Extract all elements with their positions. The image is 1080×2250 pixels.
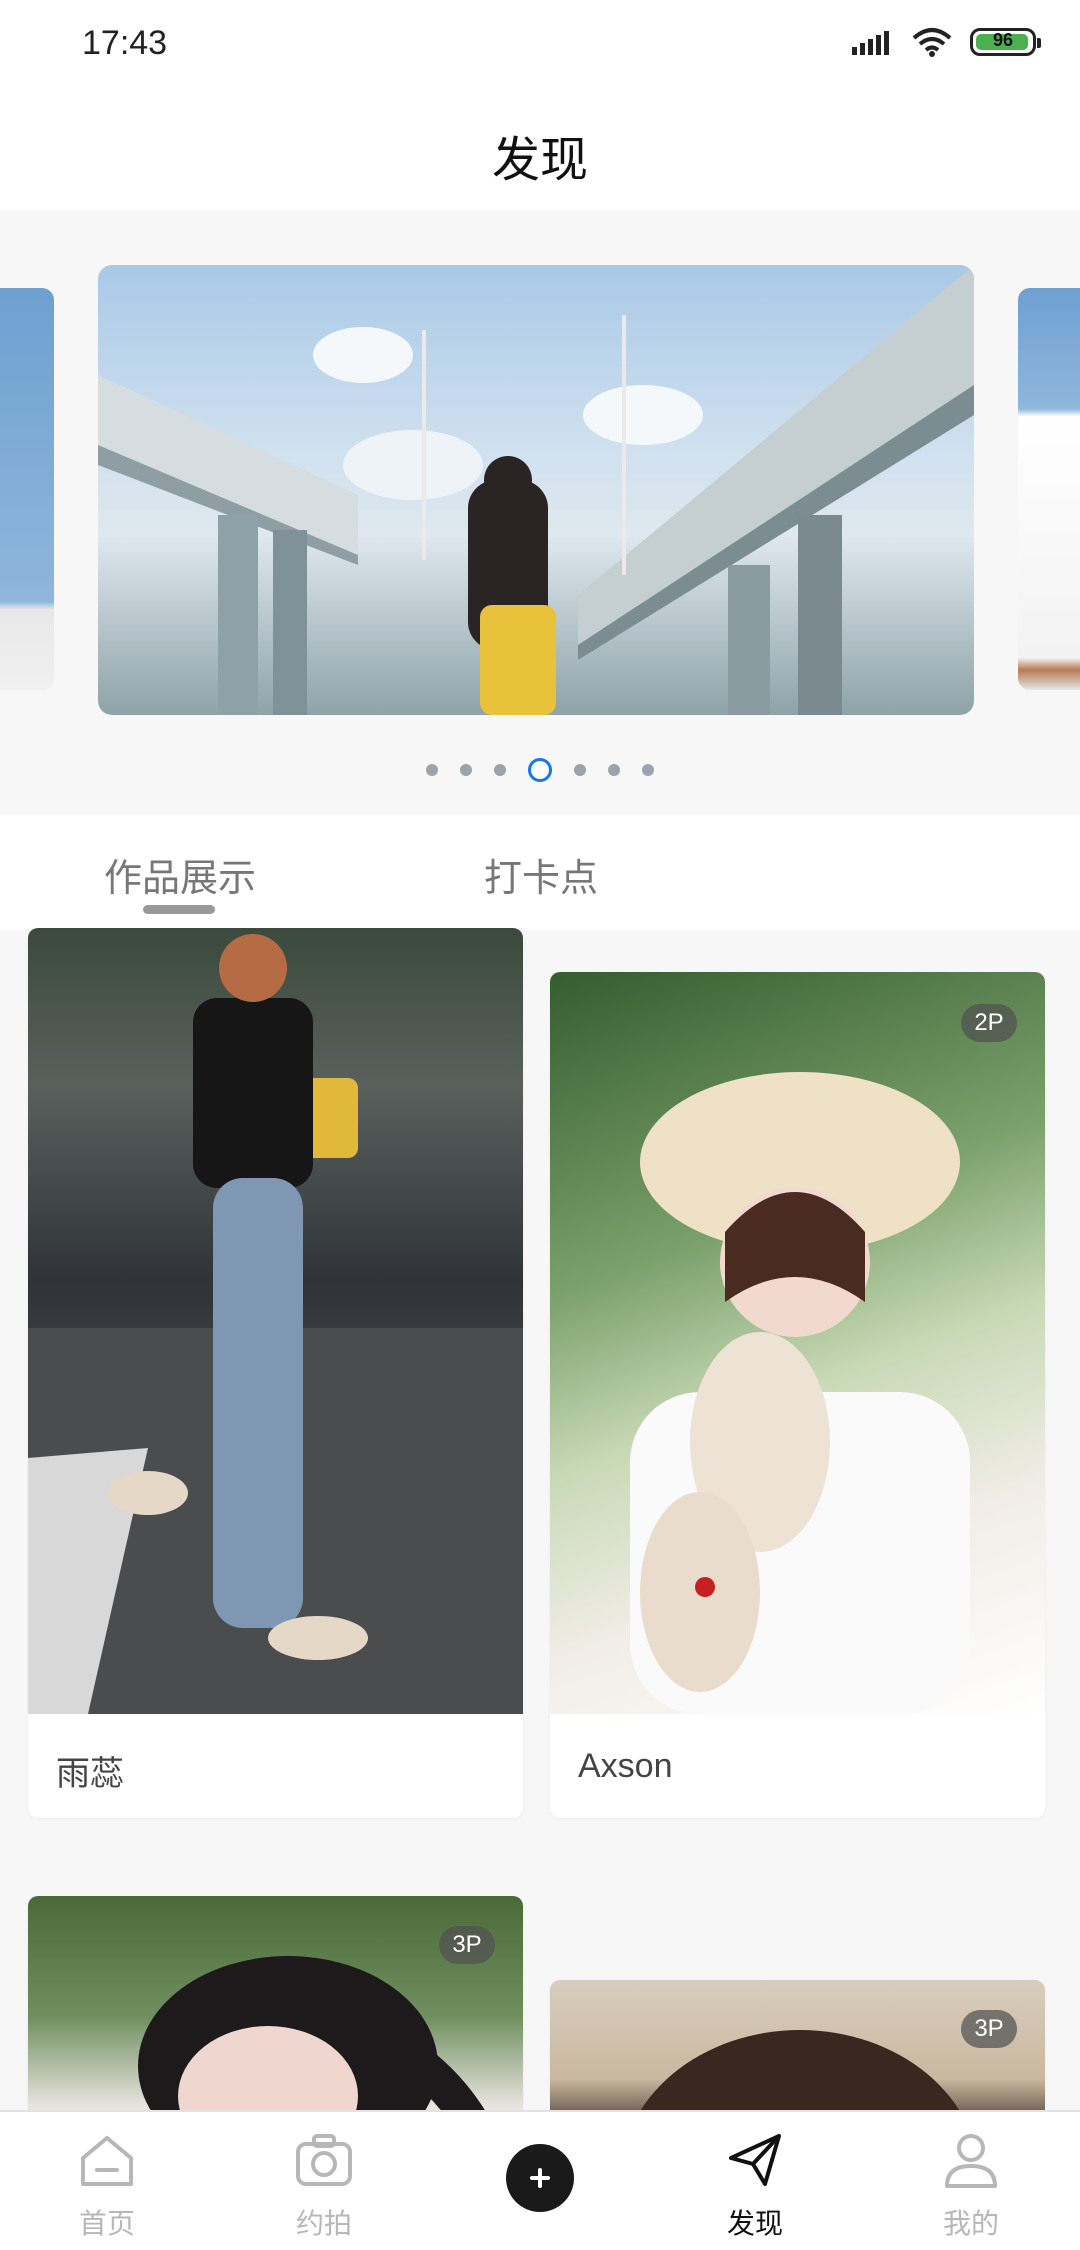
nav-home[interactable]: 首页 (47, 2112, 167, 2250)
nav-booking[interactable]: 约拍 (264, 2112, 384, 2250)
banner-current-slide[interactable] (98, 265, 974, 715)
banner-photo (98, 265, 974, 715)
status-icons: 96 (850, 26, 1041, 58)
banner-next-slide[interactable] (1018, 288, 1080, 690)
carousel-dot[interactable] (608, 764, 620, 776)
work-card[interactable]: 雨蕊 (28, 928, 523, 1818)
work-card-author: Axson (578, 1747, 673, 1785)
nav-home-label: 首页 (78, 2208, 135, 2239)
plus-icon[interactable] (506, 2144, 574, 2212)
tab-active-indicator (143, 905, 215, 914)
carousel-dots (0, 758, 1080, 782)
banner-carousel[interactable] (0, 210, 1080, 815)
photo-count-badge: 3P (439, 1926, 495, 1964)
battery-icon: 96 (970, 28, 1041, 56)
photo-count-badge: 2P (961, 1004, 1017, 1042)
status-bar: 17:43 96 (0, 0, 1080, 90)
tab-works[interactable]: 作品展示 (104, 847, 256, 902)
signal-icon (852, 31, 889, 55)
carousel-dot[interactable] (574, 764, 586, 776)
content-tabs: 作品展示 打卡点 (0, 815, 1080, 930)
person-icon (945, 2134, 997, 2188)
nav-profile[interactable]: 我的 (911, 2112, 1031, 2250)
bottom-navigation: 首页 约拍 发现 我的 (0, 2110, 1080, 2250)
work-card-author: 雨蕊 (56, 1755, 124, 1793)
carousel-dot[interactable] (494, 764, 506, 776)
nav-discover-label: 发现 (726, 2208, 783, 2239)
work-card-photo (550, 972, 1045, 1714)
carousel-dot[interactable] (460, 764, 472, 776)
camera-icon (296, 2134, 352, 2186)
work-card[interactable]: 2P Axson (550, 972, 1045, 1818)
nav-profile-label: 我的 (942, 2208, 999, 2239)
battery-level: 96 (992, 30, 1014, 50)
carousel-dot[interactable] (642, 764, 654, 776)
wifi-icon (912, 28, 952, 57)
paper-plane-icon (729, 2134, 781, 2186)
nav-discover[interactable]: 发现 (695, 2112, 815, 2250)
photo-count-badge: 3P (961, 2010, 1017, 2048)
carousel-dot[interactable] (426, 764, 438, 776)
work-card-photo (28, 928, 523, 1714)
tab-checkin-spots[interactable]: 打卡点 (484, 847, 598, 902)
banner-prev-slide[interactable] (0, 288, 54, 690)
title-bar: 发现 (0, 90, 1080, 210)
page-title: 发现 (491, 134, 588, 187)
home-icon (81, 2136, 133, 2186)
nav-booking-label: 约拍 (295, 2208, 352, 2239)
carousel-dot[interactable] (528, 758, 552, 782)
status-time: 17:43 (82, 24, 168, 62)
